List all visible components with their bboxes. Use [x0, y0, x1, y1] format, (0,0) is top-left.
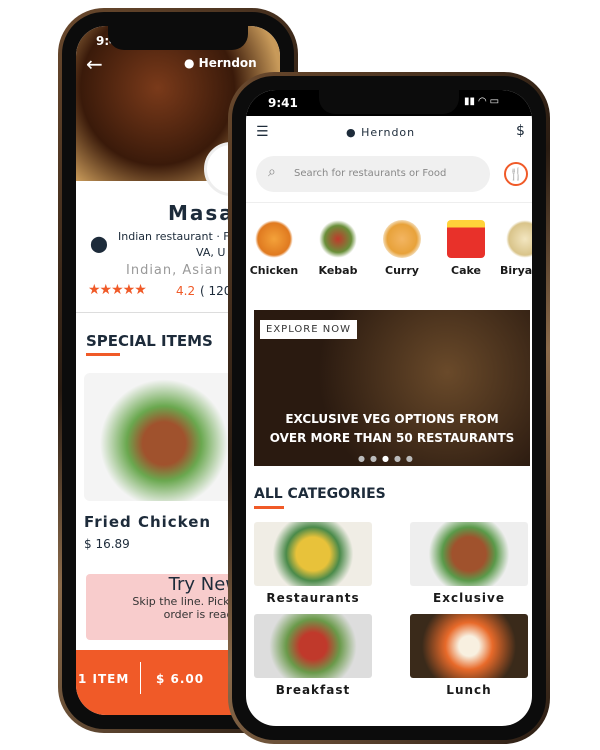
promo-line2: order is ready [163, 608, 240, 621]
location-label: Herndon [361, 126, 416, 139]
star-rating: ★★★★★ [88, 282, 147, 298]
promo-title: Try New [168, 574, 240, 595]
category-chicken[interactable]: Chicken [246, 220, 304, 277]
cuisine: Indian, Asian [126, 263, 223, 278]
category-label: Birya [500, 264, 532, 277]
divider [246, 202, 532, 203]
front-phone: 9:41 ▮▮ ◠ ▭ ☰ ● Herndon $ Search for res… [228, 72, 550, 744]
section-title: SPECIAL ITEMS [86, 332, 213, 350]
carousel-dots[interactable]: ●●●●● [358, 454, 418, 463]
notch [108, 26, 248, 50]
location[interactable]: ● Herndon [184, 56, 257, 70]
category-cake[interactable]: Cake [436, 220, 496, 277]
item-price: $ 16.89 [84, 537, 130, 551]
explore-now-button[interactable]: EXPLORE NOW [260, 320, 357, 339]
category-curry[interactable]: Curry [372, 220, 432, 277]
category-kebab[interactable]: Kebab [308, 220, 368, 277]
status-time: 9:41 [268, 96, 298, 110]
tile-label: Lunch [446, 683, 492, 697]
rating-value: 4.2 [176, 284, 196, 298]
category-label: Curry [385, 264, 419, 277]
search-input[interactable]: Search for restaurants or Food [256, 156, 490, 192]
item-name: Fried Chicken [84, 513, 212, 531]
location[interactable]: ● Herndon [346, 126, 415, 139]
all-categories-title: ALL CATEGORIES [254, 486, 386, 502]
tile-restaurants[interactable]: Restaurants [254, 522, 372, 605]
currency[interactable]: $ [516, 123, 525, 139]
search-icon: ⌕ [268, 164, 276, 180]
item-image[interactable] [84, 373, 244, 501]
notch [319, 90, 459, 114]
home-screen: 9:41 ▮▮ ◠ ▭ ☰ ● Herndon $ Search for res… [246, 90, 532, 726]
title-underline [86, 353, 120, 356]
back-arrow-icon[interactable]: ← [86, 52, 103, 76]
promo-carousel[interactable]: EXPLORE NOW EXCLUSIVE VEG OPTIONS FROM O… [254, 310, 530, 466]
location-pin-icon: ● [184, 56, 195, 70]
tile-label: Breakfast [275, 683, 351, 697]
review-count: ( 120 [200, 284, 232, 298]
category-label: Kebab [318, 264, 358, 277]
category-strip: Chicken Kebab Curry Cake Birya [246, 220, 532, 280]
location-label: Herndon [198, 56, 257, 70]
cart-items: 1 ITEM [78, 672, 130, 686]
banner-line2: OVER MORE THAN 50 RESTAURANTS [269, 431, 515, 445]
category-biryani[interactable]: Birya [500, 220, 532, 277]
signal-wifi-battery-icon: ▮▮ ◠ ▭ [464, 96, 500, 107]
cart-divider [140, 662, 141, 694]
tile-exclusive[interactable]: Exclusive [410, 522, 528, 605]
category-label: Chicken [249, 264, 299, 277]
promo-line1: Skip the line. Pick u [132, 595, 240, 608]
location-pin-icon: ● [346, 126, 357, 139]
restaurant-name: Masa [168, 201, 235, 225]
tile-breakfast[interactable]: Breakfast [254, 614, 372, 697]
banner-text: EXCLUSIVE VEG OPTIONS FROM OVER MORE THA… [254, 410, 530, 448]
category-label: Cake [451, 264, 481, 277]
tile-label: Restaurants [266, 591, 360, 605]
address-line2: VA, U [196, 246, 226, 259]
banner-line1: EXCLUSIVE VEG OPTIONS FROM [285, 412, 499, 426]
map-pin-icon: ⬤ [90, 234, 108, 253]
cart-total: $ 6.00 [156, 672, 205, 686]
promo-banner[interactable]: Try New Skip the line. Pick u order is r… [86, 574, 246, 640]
cutlery-icon[interactable]: 🍴 [504, 162, 528, 186]
menu-icon[interactable]: ☰ [256, 124, 269, 140]
title-underline [254, 506, 284, 509]
address-line1: Indian restaurant · F [118, 230, 230, 243]
tile-label: Exclusive [433, 591, 505, 605]
tile-lunch[interactable]: Lunch [410, 614, 528, 697]
